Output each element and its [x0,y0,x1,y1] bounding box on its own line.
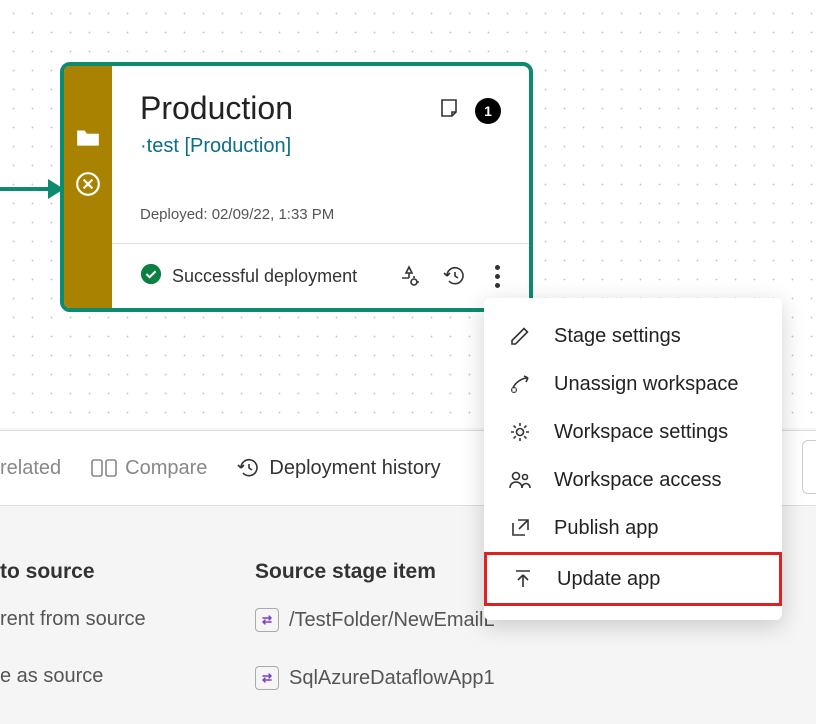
history-icon [237,456,261,480]
menu-unassign-workspace[interactable]: Unassign workspace [484,360,782,408]
menu-label: Workspace access [554,469,721,492]
table-row[interactable]: ⇄ SqlAzureDataflowApp1 [255,666,495,690]
table-row: rent from source [0,608,146,631]
menu-label: Publish app [554,517,659,540]
column-header-source: to source [0,560,146,584]
compare-label: Compare [125,457,207,480]
dataflow-icon: ⇄ [255,608,279,632]
menu-label: Update app [557,568,660,591]
menu-label: Unassign workspace [554,373,739,396]
more-options-button[interactable] [483,258,511,294]
external-link-icon [508,516,532,540]
table-row: e as source [0,665,146,688]
unassign-icon [508,372,532,396]
upload-icon [511,567,535,591]
deployed-text: Deployed: 02/09/22, 1:33 PM [140,206,501,223]
item-path: /TestFolder/NewEmailL [289,609,495,632]
deployment-rules-icon[interactable] [391,258,427,294]
table-row[interactable]: ⇄ /TestFolder/NewEmailL [255,608,495,632]
menu-label: Workspace settings [554,421,728,444]
menu-publish-app[interactable]: Publish app [484,504,782,552]
related-item[interactable]: related [0,457,61,480]
dataflow-icon: ⇄ [255,666,279,690]
item-path: SqlAzureDataflowApp1 [289,667,495,690]
menu-workspace-settings[interactable]: Workspace settings [484,408,782,456]
gear-icon [508,420,532,444]
menu-label: Stage settings [554,325,681,348]
compare-icon [91,457,117,479]
history-label: Deployment history [269,457,440,480]
compare-button[interactable]: Compare [91,457,207,480]
deployment-history-button[interactable]: Deployment history [237,456,440,480]
people-icon [508,468,532,492]
pencil-icon [508,324,532,348]
stage-sidebar [64,66,112,308]
stage-title: Production [140,90,293,127]
checkmark-icon [140,263,162,290]
stage-body: Production 1 ·test [Production] Deployed… [112,66,529,308]
sync-error-icon [75,171,101,202]
menu-update-app[interactable]: Update app [484,552,782,606]
deployment-status: Successful deployment [172,266,381,287]
column-header-stage: Source stage item [255,560,495,584]
stage-subtitle: ·test [Production] [140,135,501,158]
stage-options-menu: Stage settings Unassign workspace Worksp… [484,298,782,620]
menu-stage-settings[interactable]: Stage settings [484,312,782,360]
production-stage-card[interactable]: Production 1 ·test [Production] Deployed… [60,62,533,312]
menu-workspace-access[interactable]: Workspace access [484,456,782,504]
history-icon[interactable] [437,258,473,294]
folder-icon [75,126,101,153]
note-icon[interactable] [437,96,461,125]
badge-count[interactable]: 1 [475,98,501,124]
side-button[interactable] [802,440,816,494]
